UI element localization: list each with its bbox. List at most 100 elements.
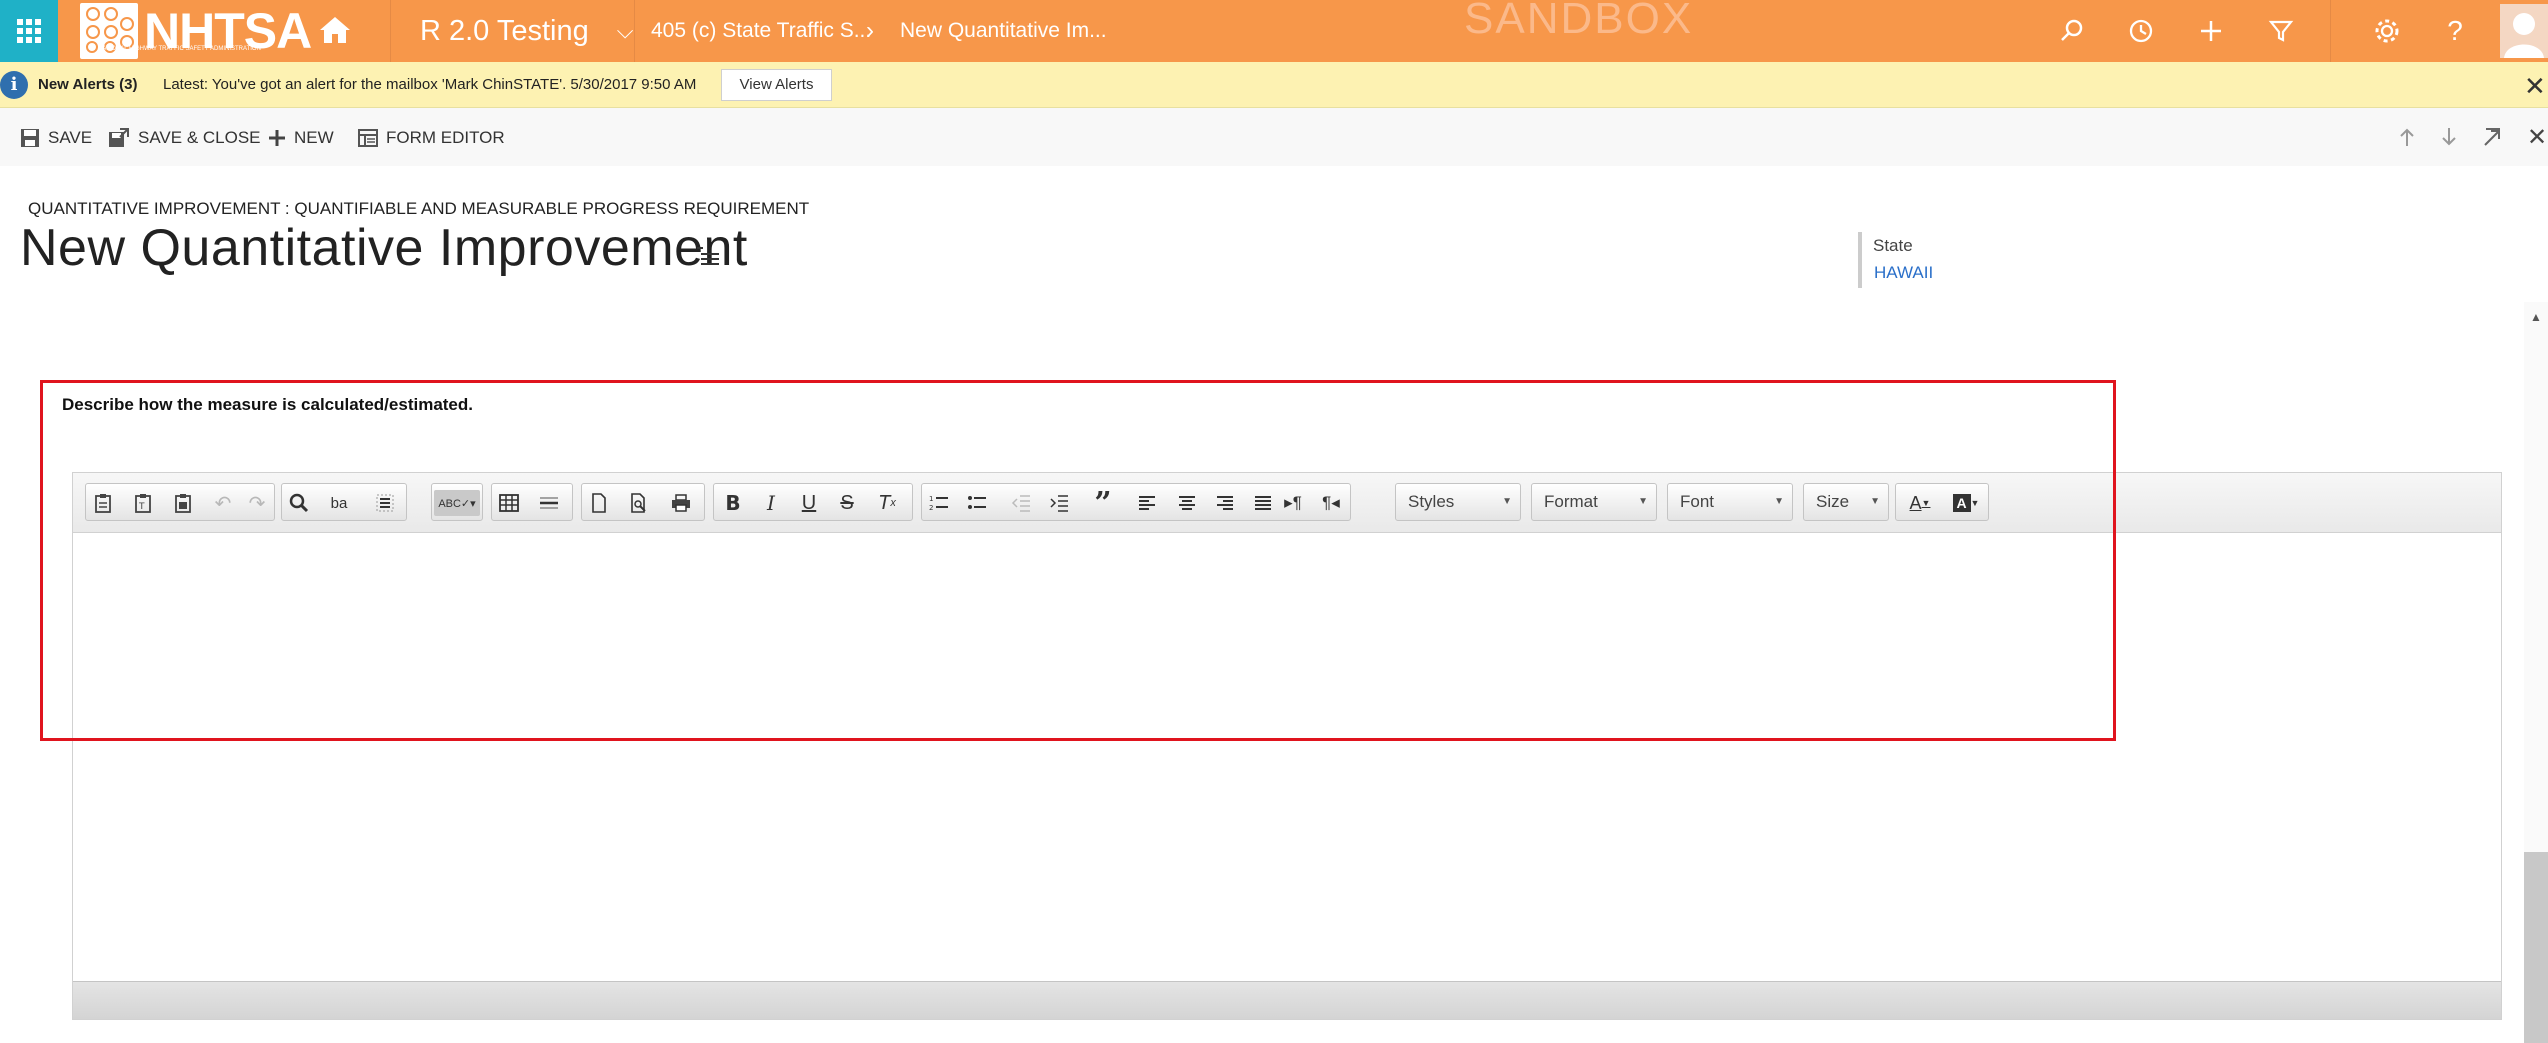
editor-content-area[interactable] [73, 534, 2501, 981]
print-icon[interactable] [668, 490, 694, 516]
background-color-icon[interactable]: A ▼ [1946, 490, 1986, 516]
font-dropdown[interactable]: Font ▼ [1667, 483, 1793, 521]
remove-format-icon[interactable]: Tx [874, 490, 900, 516]
new-button[interactable]: NEW [268, 126, 334, 150]
styles-dropdown-label: Styles [1408, 492, 1455, 511]
replace-icon[interactable]: ba [326, 490, 352, 516]
search-icon[interactable] [2055, 14, 2089, 48]
bold-icon[interactable]: B [720, 490, 746, 516]
justify-icon[interactable] [1250, 490, 1276, 516]
format-dropdown-label: Format [1544, 492, 1598, 511]
toolbar-group-find: ba [281, 483, 407, 521]
toolbar-group-basicstyles: B I U S Tx [713, 483, 913, 521]
text-direction-rtl-icon[interactable]: ¶◂ [1318, 490, 1344, 516]
paste-text-icon[interactable]: T [130, 490, 156, 516]
add-icon[interactable] [2194, 14, 2228, 48]
align-center-icon[interactable] [1174, 490, 1200, 516]
home-icon[interactable] [316, 12, 354, 48]
toolbar-group-table [491, 483, 573, 521]
align-right-icon[interactable] [1212, 490, 1238, 516]
close-icon[interactable]: ✕ [2524, 71, 2546, 102]
popout-icon[interactable] [2478, 122, 2508, 152]
app-launcher-button[interactable] [0, 0, 58, 62]
breadcrumb-parent[interactable]: 405 (c) State Traffic S... [651, 0, 871, 62]
info-icon: i [0, 71, 28, 99]
table-icon[interactable] [496, 490, 522, 516]
chevron-down-icon: ▼ [1502, 496, 1512, 507]
size-dropdown[interactable]: Size ▼ [1803, 483, 1889, 521]
horizontal-rule-icon[interactable] [536, 490, 562, 516]
indent-icon[interactable] [1046, 490, 1072, 516]
svg-text:2: 2 [929, 504, 933, 512]
find-icon[interactable] [286, 490, 312, 516]
format-dropdown[interactable]: Format ▼ [1531, 483, 1657, 521]
toolbar-group-colors: A ▼ A ▼ [1895, 483, 1989, 521]
text-color-icon[interactable]: A ▼ [1900, 490, 1940, 516]
scrollbar-thumb[interactable] [2524, 852, 2548, 1043]
svg-text:1: 1 [929, 495, 933, 503]
breadcrumb-current[interactable]: New Quantitative Im... [900, 0, 1107, 62]
vertical-scrollbar[interactable]: ▲ [2524, 302, 2548, 1043]
save-button[interactable]: SAVE [20, 126, 92, 150]
state-field-label: State [1873, 236, 1913, 255]
spellcheck-icon[interactable]: ABC✓▾ [434, 490, 480, 516]
blockquote-icon[interactable]: ” [1090, 486, 1116, 521]
outdent-icon[interactable] [1008, 490, 1034, 516]
align-left-icon[interactable] [1134, 490, 1160, 516]
top-nav-bar: NHTSA NATIONAL HIGHWAY TRAFFIC SAFETY AD… [0, 0, 2548, 62]
text-direction-ltr-icon[interactable]: ▸¶ [1280, 490, 1306, 516]
close-record-icon[interactable]: ✕ [2522, 122, 2548, 152]
select-all-icon[interactable] [372, 490, 398, 516]
toolbar-group-paragraph: 12 ” ▸¶ ¶◂ [921, 483, 1351, 521]
form-editor-icon [358, 129, 378, 147]
arrow-down-icon[interactable] [2434, 122, 2464, 152]
rich-text-editor: T ↶ ↷ ba ABC✓▾ B I U S T x 1 2 ” ▸¶ ¶◂ S… [72, 472, 2502, 1020]
entity-label: QUANTITATIVE IMPROVEMENT : QUANTIFIABLE … [28, 199, 810, 218]
alerts-title: New Alerts (3) [38, 76, 138, 93]
area-selector[interactable]: R 2.0 Testing ⌵ [420, 0, 633, 62]
bulleted-list-icon[interactable] [964, 490, 990, 516]
chevron-down-icon: ▼ [1774, 496, 1784, 507]
form-editor-button[interactable]: FORM EDITOR [358, 126, 505, 150]
chevron-down-icon: ▼ [1870, 496, 1880, 507]
plus-icon [269, 130, 285, 146]
nav-divider [2330, 0, 2331, 62]
underline-icon[interactable]: U [796, 490, 822, 516]
styles-dropdown[interactable]: Styles ▼ [1395, 483, 1521, 521]
redo-icon[interactable]: ↷ [244, 490, 270, 516]
save-close-label: SAVE & CLOSE [138, 128, 261, 147]
history-icon[interactable] [2124, 14, 2158, 48]
state-field-link[interactable]: HAWAII [1874, 263, 1933, 283]
header-field-divider [1858, 232, 1862, 288]
save-and-close-button[interactable]: SAVE & CLOSE [108, 126, 261, 150]
paste-word-icon[interactable] [170, 490, 196, 516]
environment-watermark: SANDBOX [1464, 0, 1694, 43]
undo-icon[interactable]: ↶ [210, 490, 236, 516]
filter-icon[interactable] [2264, 14, 2298, 48]
user-avatar[interactable] [2500, 4, 2548, 58]
form-selector-menu-icon[interactable] [695, 244, 721, 266]
svg-text:T: T [138, 502, 145, 512]
view-alerts-button[interactable]: View Alerts [721, 69, 832, 101]
grid-icon [17, 19, 41, 43]
preview-icon[interactable] [626, 490, 652, 516]
help-icon[interactable]: ? [2438, 14, 2472, 48]
italic-icon[interactable]: I [758, 490, 784, 516]
new-label: NEW [294, 128, 334, 147]
toolbar-group-spellcheck: ABC✓▾ [431, 483, 483, 521]
strikethrough-icon[interactable]: S [834, 490, 860, 516]
numbered-list-icon[interactable]: 12 [926, 490, 952, 516]
new-page-icon[interactable] [586, 490, 612, 516]
alerts-message: Latest: You've got an alert for the mail… [163, 76, 697, 93]
toolbar-group-document [581, 483, 705, 521]
size-dropdown-label: Size [1816, 492, 1850, 511]
nhtsa-logo[interactable]: NHTSA [80, 0, 312, 62]
logo-subtext: NATIONAL HIGHWAY TRAFFIC SAFETY ADMINIST… [98, 46, 261, 52]
save-icon [21, 129, 39, 147]
gear-icon[interactable] [2370, 14, 2404, 48]
chevron-down-icon: ▼ [1638, 496, 1648, 507]
paste-icon[interactable] [90, 490, 116, 516]
form-editor-label: FORM EDITOR [386, 128, 505, 147]
arrow-up-icon[interactable] [2392, 122, 2422, 152]
scroll-up-arrow-icon[interactable]: ▲ [2530, 310, 2542, 324]
